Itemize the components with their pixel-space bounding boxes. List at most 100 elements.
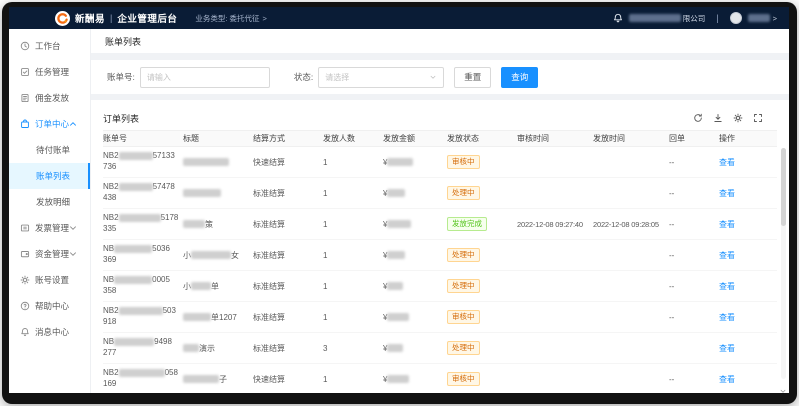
grant-amount: ¥ [383, 313, 447, 322]
status-cell: 发放完成 [447, 217, 517, 231]
table-header-row: 账单号标题结算方式发放人数发放金额发放状态审核时间发放时间回单操作 [103, 130, 777, 147]
redacted-text [387, 344, 403, 352]
funds-icon [20, 249, 30, 259]
scrollbar-thumb[interactable] [781, 148, 786, 226]
settle-method: 快速结算 [253, 374, 323, 385]
bill-title [183, 158, 253, 167]
app-title: 企业管理后台 [117, 11, 177, 25]
redacted-text [387, 375, 409, 383]
menu-label: 发票管理 [35, 222, 69, 234]
sidebar-item-orders[interactable]: 订单中心 [9, 111, 90, 137]
redacted-text [114, 338, 154, 346]
receipt: -- [669, 189, 719, 198]
status-badge: 处理中 [447, 341, 480, 355]
action-cell: 查看 [719, 188, 757, 199]
view-link[interactable]: 查看 [719, 189, 735, 198]
bill-number: NB5036369 [103, 244, 183, 266]
business-type-selector[interactable]: 业务类型: 委托代征 > [195, 13, 267, 24]
sidebar-item-commission[interactable]: 佣金发放 [9, 85, 90, 111]
redacted-username [748, 14, 770, 22]
status-badge: 审核中 [447, 310, 480, 324]
sidebar-subitem-bill-list[interactable]: 账单列表 [9, 163, 90, 189]
gear-icon[interactable] [733, 113, 743, 123]
app-logo-icon [55, 11, 70, 26]
scroll-down-icon[interactable] [779, 382, 787, 390]
redacted-text [119, 214, 161, 222]
column-header: 账单号 [103, 133, 183, 144]
chevron-right-icon: > [773, 14, 777, 23]
column-header: 发放人数 [323, 133, 383, 144]
redacted-text [183, 344, 199, 352]
view-link[interactable]: 查看 [719, 251, 735, 260]
search-button[interactable]: 查询 [501, 67, 538, 88]
bill-number: NB9498277 [103, 337, 183, 359]
menu-label: 工作台 [35, 40, 61, 52]
view-link[interactable]: 查看 [719, 375, 735, 384]
redacted-text [387, 282, 403, 290]
redacted-text [183, 220, 205, 228]
bill-no-input[interactable] [140, 67, 270, 88]
receipt: -- [669, 282, 719, 291]
receipt: -- [669, 158, 719, 167]
status-placeholder: 请选择 [325, 72, 349, 83]
sidebar-item-invoices[interactable]: 发票管理 [9, 215, 90, 241]
grant-amount: ¥ [383, 158, 447, 167]
bell-icon [20, 327, 30, 337]
business-type-label: 业务类型: 委托代征 [195, 13, 259, 24]
chevron-down-icon [68, 249, 78, 259]
notification-bell-icon[interactable] [613, 13, 623, 23]
view-link[interactable]: 查看 [719, 158, 735, 167]
sidebar-subitem-grant-details[interactable]: 发放明细 [9, 189, 90, 215]
view-link[interactable]: 查看 [719, 313, 735, 322]
settle-method: 标准结算 [253, 281, 323, 292]
sidebar-item-tasks[interactable]: 任务管理 [9, 59, 90, 85]
breadcrumb-bar: 账单列表 [91, 29, 789, 53]
status-cell: 处理中 [447, 248, 517, 262]
settle-method: 标准结算 [253, 312, 323, 323]
fullscreen-icon[interactable] [753, 113, 763, 123]
sidebar-subitem-pending-bills[interactable]: 待付账单 [9, 137, 90, 163]
sidebar-item-workbench[interactable]: 工作台 [9, 33, 90, 59]
settle-method: 标准结算 [253, 250, 323, 261]
sidebar-item-account[interactable]: 账号设置 [9, 267, 90, 293]
reset-button[interactable]: 重置 [454, 67, 491, 88]
status-cell: 审核中 [447, 372, 517, 386]
status-badge: 审核中 [447, 372, 480, 386]
commission-icon [20, 93, 30, 103]
view-link[interactable]: 查看 [719, 344, 735, 353]
sidebar-item-help[interactable]: 帮助中心 [9, 293, 90, 319]
gear-icon [20, 275, 30, 285]
table-row: NB0005358小单标准结算1¥处理中--查看 [103, 271, 777, 302]
user-menu[interactable]: > [748, 14, 777, 23]
status-label: 状态: [294, 71, 313, 83]
bill-title: 小女 [183, 250, 253, 261]
redacted-text [119, 307, 163, 315]
view-link[interactable]: 查看 [719, 282, 735, 291]
grant-count: 1 [323, 220, 383, 229]
menu-label: 消息中心 [35, 326, 69, 338]
task-icon [20, 67, 30, 77]
view-link[interactable]: 查看 [719, 220, 735, 229]
settle-method: 快速结算 [253, 157, 323, 168]
redacted-text [114, 276, 152, 284]
user-avatar[interactable] [730, 12, 742, 24]
status-select[interactable]: 请选择 [318, 67, 444, 88]
scrollbar[interactable] [781, 148, 786, 379]
menu-label: 任务管理 [35, 66, 69, 78]
refresh-icon[interactable] [693, 113, 703, 123]
grant-count: 1 [323, 375, 383, 384]
audit-time: 2022-12-08 09:27:40 [517, 220, 593, 229]
redacted-text [191, 282, 211, 290]
section-title: 订单列表 [103, 112, 139, 125]
main-content: 账单列表 账单号: 状态: 请选择 重置 查询 [91, 29, 789, 393]
receipt: -- [669, 375, 719, 384]
bill-number: NB25178335 [103, 213, 183, 235]
download-icon[interactable] [713, 113, 723, 123]
grant-amount: ¥ [383, 344, 447, 353]
sidebar-item-funds[interactable]: 资金管理 [9, 241, 90, 267]
menu-label: 发放明细 [36, 196, 70, 208]
column-header: 发放金额 [383, 133, 447, 144]
bill-title: 策 [183, 219, 253, 230]
receipt: -- [669, 251, 719, 260]
sidebar-item-messages[interactable]: 消息中心 [9, 319, 90, 345]
